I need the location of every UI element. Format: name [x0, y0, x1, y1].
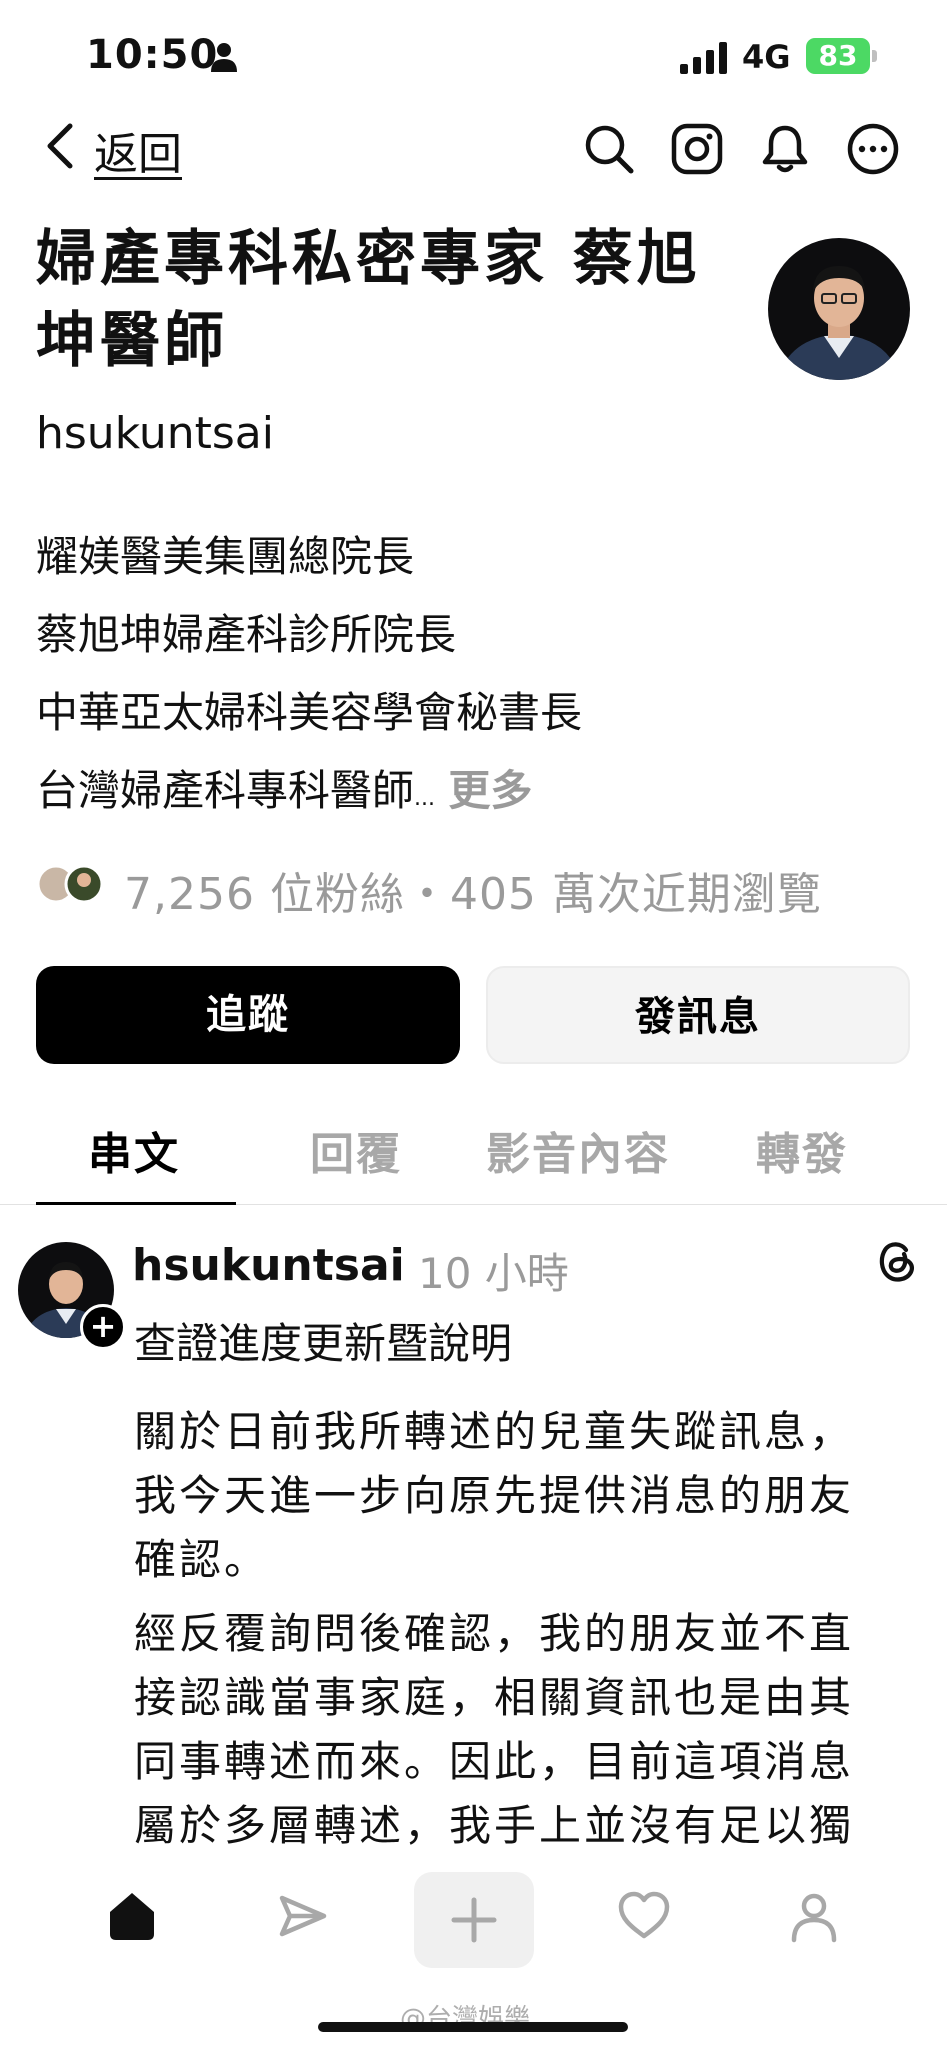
- home-icon[interactable]: [104, 1888, 160, 1944]
- post-paragraph-2: 經反覆詢問後確認，我的朋友並不直 接認識當事家庭，相關資訊也是由其 同事轉述而來…: [134, 1602, 924, 1858]
- post-line: 接認識當事家庭，相關資訊也是由其: [134, 1673, 855, 1722]
- signal-icon: [680, 42, 727, 74]
- post-line: 確認。: [134, 1535, 270, 1584]
- message-button[interactable]: 發訊息: [486, 966, 910, 1064]
- post-line: 經反覆詢問後確認，我的朋友並不直: [134, 1609, 855, 1658]
- back-button[interactable]: 返回: [94, 118, 182, 182]
- bell-icon[interactable]: [758, 122, 812, 176]
- follower-stats[interactable]: 7,256 位粉絲・405 萬次近期瀏覽: [124, 858, 822, 922]
- home-indicator[interactable]: [318, 2022, 628, 2032]
- post-timestamp: 10 小時: [418, 1249, 569, 1298]
- post-username[interactable]: hsukuntsai: [132, 1240, 405, 1291]
- heart-icon[interactable]: [616, 1888, 672, 1944]
- active-tab-indicator: [36, 1202, 236, 1205]
- profile-name-line2: 坤醫師: [36, 306, 228, 376]
- battery-indicator: 83: [806, 38, 870, 74]
- post-line: 關於日前我所轉述的兒童失蹤訊息，: [134, 1407, 855, 1456]
- threads-logo-icon[interactable]: [876, 1236, 918, 1284]
- back-chevron-icon[interactable]: [44, 122, 76, 170]
- tab-threads[interactable]: 串文: [88, 1118, 180, 1182]
- profile-icon[interactable]: [786, 1888, 842, 1944]
- profile-username: hsukuntsai: [36, 408, 274, 459]
- bio-line: 中華亞太婦科美容學會秘書長: [36, 688, 583, 737]
- profile-avatar[interactable]: [768, 238, 910, 380]
- person-icon: [211, 43, 237, 72]
- bio-line: 台灣婦產科專科醫師: [36, 766, 415, 815]
- status-time: 10:50: [86, 32, 219, 78]
- post-paragraph-1: 關於日前我所轉述的兒童失蹤訊息， 我今天進一步向原先提供消息的朋友 確認。: [134, 1400, 924, 1592]
- battery-tip: [872, 50, 877, 62]
- tab-replies[interactable]: 回覆: [310, 1118, 402, 1182]
- follow-plus-icon[interactable]: +: [80, 1304, 126, 1350]
- profile-name: 婦產專科私密專家 蔡旭 坤醫師: [36, 218, 756, 382]
- profile-photo: [768, 238, 910, 380]
- follow-button[interactable]: 追蹤: [36, 966, 460, 1064]
- follower-avatars[interactable]: [36, 864, 108, 904]
- more-icon[interactable]: [846, 122, 900, 176]
- tab-reposts[interactable]: 轉發: [756, 1118, 848, 1182]
- post-title: 查證進度更新暨說明: [134, 1319, 513, 1368]
- network-type: 4G: [742, 38, 791, 76]
- search-icon[interactable]: [582, 122, 636, 176]
- bio-ellipsis: ...: [414, 786, 435, 811]
- bio-line: 耀媄醫美集團總院長: [36, 532, 415, 581]
- bio-line: 蔡旭坤婦產科診所院長: [36, 610, 457, 659]
- post-line: 屬於多層轉述，我手上並沒有足以獨: [134, 1801, 855, 1850]
- instagram-icon[interactable]: [670, 122, 724, 176]
- profile-bio: 耀媄醫美集團總院長 蔡旭坤婦產科診所院長 中華亞太婦科美容學會秘書長 台灣婦產科…: [36, 518, 582, 838]
- send-icon[interactable]: [274, 1888, 330, 1944]
- plus-icon: [451, 1897, 497, 1943]
- bio-more-link[interactable]: 更多: [448, 766, 532, 815]
- profile-name-line1: 婦產專科私密專家 蔡旭: [36, 224, 701, 294]
- post-line: 我今天進一步向原先提供消息的朋友: [134, 1471, 855, 1520]
- post-line: 同事轉述而來。因此，目前這項消息: [134, 1737, 855, 1786]
- tab-media[interactable]: 影音內容: [486, 1118, 670, 1182]
